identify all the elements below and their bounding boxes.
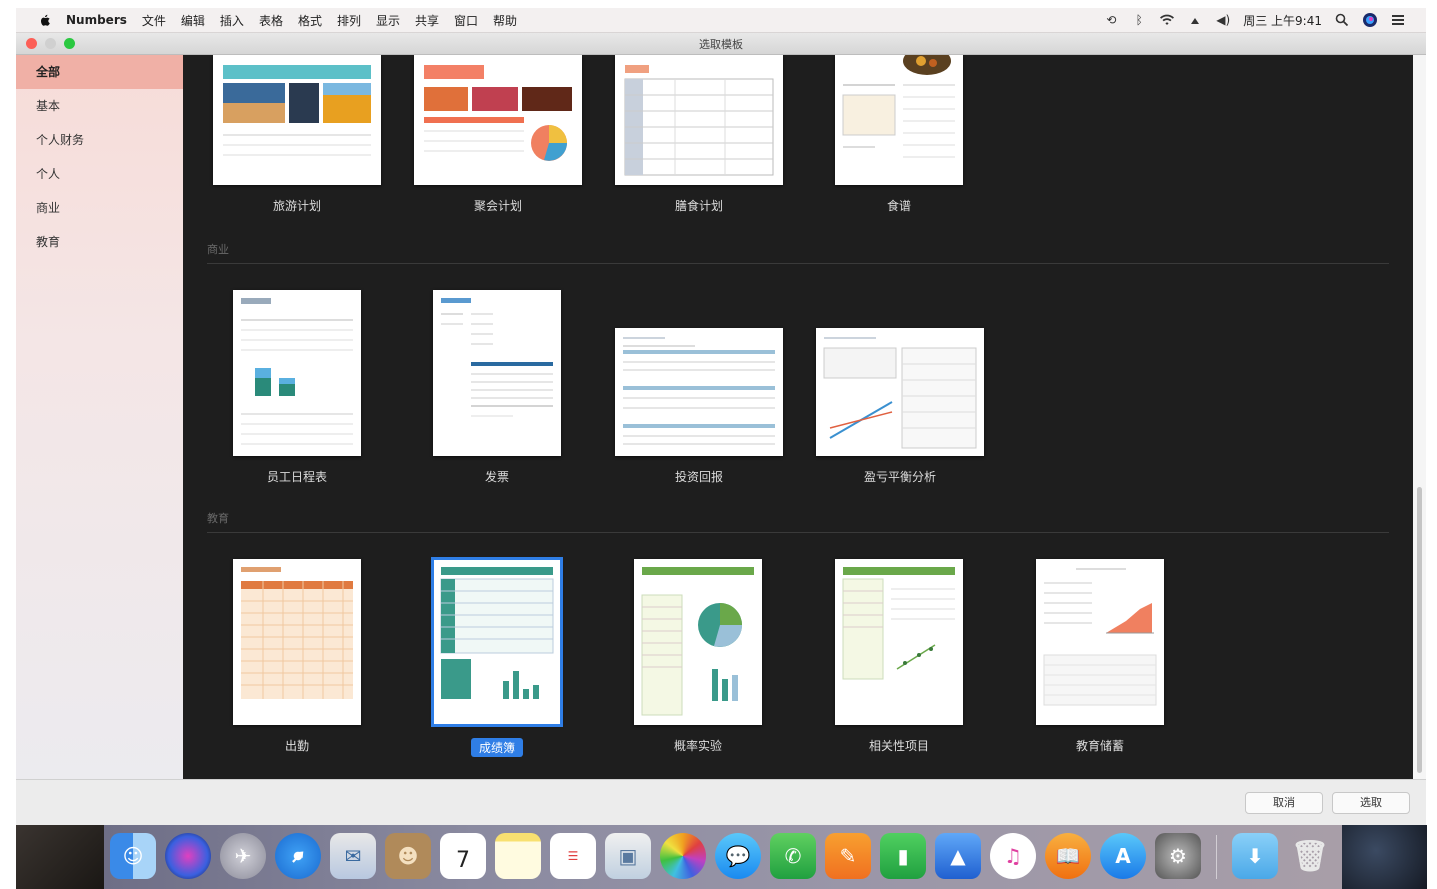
section-divider — [207, 263, 1389, 264]
apple-menu-icon[interactable] — [38, 13, 52, 27]
trash-icon[interactable]: 🗑 — [1287, 833, 1333, 879]
window-titlebar: 选取模板 — [16, 33, 1426, 55]
messages-icon[interactable]: 💬 — [715, 833, 761, 879]
notification-center-icon[interactable] — [1390, 12, 1406, 28]
template-thumbnail-attendance[interactable] — [233, 559, 361, 725]
sidebar-item-education[interactable]: 教育 — [16, 225, 183, 259]
template-thumbnail-probability-experiment[interactable] — [634, 559, 762, 725]
menu-file[interactable]: 文件 — [142, 12, 166, 29]
desktop-wallpaper-right — [1342, 825, 1427, 889]
notes-icon[interactable] — [495, 833, 541, 879]
template-thumbnail-travel-plan[interactable] — [213, 55, 381, 185]
preview-icon[interactable]: ▣ — [605, 833, 651, 879]
dock-separator — [1216, 835, 1217, 879]
siri-icon[interactable] — [1362, 12, 1378, 28]
template-thumbnail-meal-plan[interactable] — [615, 55, 783, 185]
template-label-correlation-project[interactable]: 相关性项目 — [835, 737, 963, 754]
template-label-probability-experiment[interactable]: 概率实验 — [634, 737, 762, 754]
mail-icon[interactable]: ✉ — [330, 833, 376, 879]
section-divider — [207, 532, 1389, 533]
scrollbar-thumb[interactable] — [1417, 487, 1422, 773]
template-label-gradebook[interactable]: 成绩簿 — [470, 738, 523, 757]
template-grid: 旅游计划 聚会计划 膳食计划 食谱 商业 员工日程表 发票 投资回报 盈亏平衡分… — [183, 55, 1413, 779]
reminders-icon[interactable]: ☰ — [550, 833, 596, 879]
window-title: 选取模板 — [699, 38, 743, 51]
bluetooth-icon[interactable]: ᛒ — [1131, 12, 1147, 28]
volume-icon[interactable]: ◀︎) — [1215, 12, 1231, 28]
template-thumbnail-investment-return[interactable] — [615, 328, 783, 456]
pages-icon[interactable]: ✎ — [825, 833, 871, 879]
menu-help[interactable]: 帮助 — [493, 12, 517, 29]
menu-arrange[interactable]: 排列 — [337, 12, 361, 29]
template-thumbnail-recipe[interactable] — [835, 55, 963, 185]
template-label-gradebook-wrap: 成绩簿 — [433, 737, 561, 757]
section-title-business: 商业 — [207, 243, 229, 256]
template-label-employee-schedule[interactable]: 员工日程表 — [233, 468, 361, 485]
template-label-education-savings[interactable]: 教育储蓄 — [1036, 737, 1164, 754]
cancel-button[interactable]: 取消 — [1245, 792, 1323, 814]
template-label-meal-plan[interactable]: 膳食计划 — [615, 197, 783, 214]
itunes-icon[interactable]: ♫ — [990, 833, 1036, 879]
menu-app-name[interactable]: Numbers — [66, 13, 127, 27]
sidebar-item-all[interactable]: 全部 — [16, 55, 183, 89]
downloads-folder-icon[interactable]: ⬇ — [1232, 833, 1278, 879]
facetime-icon[interactable]: ✆ — [770, 833, 816, 879]
template-label-investment-return[interactable]: 投资回报 — [615, 468, 783, 485]
sidebar-item-personal[interactable]: 个人 — [16, 157, 183, 191]
safari-icon[interactable]: ➚ — [275, 833, 321, 879]
menu-format[interactable]: 格式 — [298, 12, 322, 29]
template-label-break-even-analysis[interactable]: 盈亏平衡分析 — [816, 468, 984, 485]
system-preferences-icon[interactable]: ⚙ — [1155, 833, 1201, 879]
template-thumbnail-party-plan[interactable] — [414, 55, 582, 185]
menu-share[interactable]: 共享 — [415, 12, 439, 29]
template-chooser-window: 选取模板 全部 基本 个人财务 个人 商业 教育 旅游计划 聚会计划 膳食计划 … — [16, 33, 1426, 826]
finder-icon[interactable]: ☺ — [110, 833, 156, 879]
ibooks-icon[interactable]: 📖 — [1045, 833, 1091, 879]
wifi-icon[interactable] — [1159, 12, 1175, 28]
template-thumbnail-correlation-project[interactable] — [835, 559, 963, 725]
menu-insert[interactable]: 插入 — [220, 12, 244, 29]
template-label-recipe[interactable]: 食谱 — [835, 197, 963, 214]
airplay-icon[interactable] — [1187, 12, 1203, 28]
menu-table[interactable]: 表格 — [259, 12, 283, 29]
photos-icon[interactable] — [660, 833, 706, 879]
template-label-invoice[interactable]: 发票 — [433, 468, 561, 485]
spotlight-search-icon[interactable] — [1334, 12, 1350, 28]
template-thumbnail-break-even-analysis[interactable] — [816, 328, 984, 456]
template-thumbnail-invoice[interactable] — [433, 290, 561, 456]
dock: ☺ ✈ ➚ ✉ ☻ 7 ☰ ▣ 💬 ✆ ✎ ▮ ▲ ♫ 📖 A ⚙ ⬇ 🗑 — [104, 825, 1342, 889]
template-thumbnail-education-savings[interactable] — [1036, 559, 1164, 725]
desktop-wallpaper-left — [16, 825, 104, 889]
bottom-action-bar: 取消 选取 — [16, 779, 1426, 826]
siri-icon[interactable] — [165, 833, 211, 879]
time-machine-icon[interactable]: ⟲ — [1103, 12, 1119, 28]
template-thumbnail-employee-schedule[interactable] — [233, 290, 361, 456]
menu-window[interactable]: 窗口 — [454, 12, 478, 29]
menu-edit[interactable]: 编辑 — [181, 12, 205, 29]
menu-clock[interactable]: 周三 上午9:41 — [1243, 12, 1322, 29]
template-label-travel-plan[interactable]: 旅游计划 — [213, 197, 381, 214]
vertical-scrollbar[interactable] — [1413, 55, 1426, 779]
keynote-icon[interactable]: ▲ — [935, 833, 981, 879]
numbers-icon[interactable]: ▮ — [880, 833, 926, 879]
template-thumbnail-gradebook[interactable] — [431, 557, 563, 727]
menu-bar: Numbers 文件 编辑 插入 表格 格式 排列 显示 共享 窗口 帮助 ⟲ … — [16, 8, 1426, 33]
section-title-education: 教育 — [207, 512, 229, 525]
menu-view[interactable]: 显示 — [376, 12, 400, 29]
contacts-icon[interactable]: ☻ — [385, 833, 431, 879]
calendar-day: 7 — [456, 847, 470, 873]
choose-button[interactable]: 选取 — [1332, 792, 1410, 814]
calendar-icon[interactable]: 7 — [440, 833, 486, 879]
category-sidebar: 全部 基本 个人财务 个人 商业 教育 — [16, 55, 183, 779]
launchpad-icon[interactable]: ✈ — [220, 833, 266, 879]
sidebar-item-basic[interactable]: 基本 — [16, 89, 183, 123]
sidebar-item-personal-finance[interactable]: 个人财务 — [16, 123, 183, 157]
template-label-party-plan[interactable]: 聚会计划 — [414, 197, 582, 214]
template-label-attendance[interactable]: 出勤 — [233, 737, 361, 754]
sidebar-item-business[interactable]: 商业 — [16, 191, 183, 225]
app-store-icon[interactable]: A — [1100, 833, 1146, 879]
